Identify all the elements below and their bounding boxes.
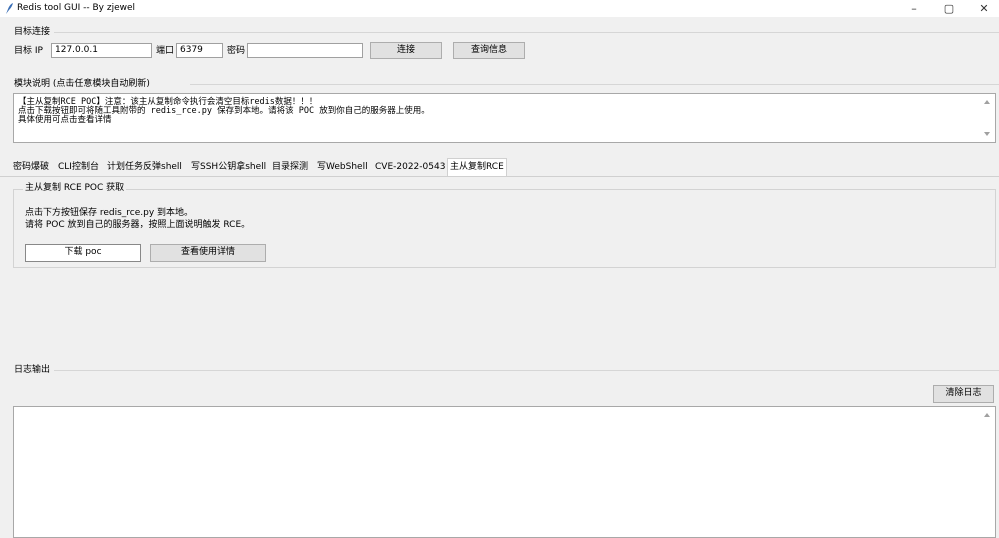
- tab-ssh-key[interactable]: 写SSH公钥拿shell: [191, 160, 266, 176]
- ip-label: 目标 IP: [14, 46, 43, 56]
- log-output-textbox[interactable]: [13, 406, 996, 538]
- rce-instruction-2: 请将 POC 放到自己的服务器，按照上面说明触发 RCE。: [25, 220, 251, 230]
- port-input[interactable]: 6379: [176, 43, 223, 58]
- scroll-up-icon[interactable]: [984, 100, 990, 104]
- module-desc-textbox[interactable]: 【主从复制RCE POC】注意：该主从复制命令执行会清空目标redis数据！！！…: [13, 93, 996, 143]
- rce-instruction-1: 点击下方按钮保存 redis_rce.py 到本地。: [25, 208, 194, 218]
- maximize-button[interactable]: ▢: [934, 0, 964, 17]
- log-section-title: 日志输出: [14, 365, 51, 375]
- module-desc-title: 模块说明 (点击任意模块自动刷新): [14, 79, 150, 89]
- feather-icon: [6, 3, 13, 14]
- connection-divider: [54, 32, 999, 33]
- password-input[interactable]: [247, 43, 363, 58]
- rce-poc-group-title: 主从复制 RCE POC 获取: [23, 182, 127, 194]
- connection-section-title: 目标连接: [14, 27, 51, 37]
- scroll-down-icon[interactable]: [984, 132, 990, 136]
- clear-log-button[interactable]: 清除日志: [933, 385, 994, 403]
- tab-cli-console[interactable]: CLI控制台: [58, 160, 99, 176]
- tab-master-slave-rce[interactable]: 主从复制RCE: [447, 158, 507, 176]
- module-desc-divider: [190, 84, 999, 85]
- tab-cron-shell[interactable]: 计划任务反弹shell: [107, 160, 182, 176]
- view-details-button[interactable]: 查看使用详情: [150, 244, 266, 262]
- close-button[interactable]: ✕: [969, 0, 999, 17]
- port-label: 端口: [156, 46, 175, 56]
- desc-line-3: 具体使用可点击查看详情: [18, 115, 112, 125]
- tab-strip-border: [0, 176, 999, 177]
- ip-input[interactable]: 127.0.0.1: [51, 43, 152, 58]
- tab-dir-probe[interactable]: 目录探测: [272, 160, 308, 176]
- password-label: 密码: [227, 46, 246, 56]
- log-scroll-up-icon[interactable]: [984, 413, 990, 417]
- download-poc-button[interactable]: 下载 poc: [25, 244, 141, 262]
- log-divider: [54, 370, 999, 371]
- title-bar: Redis tool GUI -- By zjewel – ▢ ✕: [0, 0, 999, 17]
- minimize-button[interactable]: –: [899, 0, 929, 17]
- query-info-button[interactable]: 查询信息: [453, 42, 525, 59]
- connect-button[interactable]: 连接: [370, 42, 442, 59]
- window-title: Redis tool GUI -- By zjewel: [17, 3, 136, 13]
- tab-webshell[interactable]: 写WebShell: [317, 160, 368, 176]
- tab-password-brute[interactable]: 密码爆破: [13, 160, 49, 176]
- tab-cve-2022-0543[interactable]: CVE-2022-0543: [375, 160, 445, 176]
